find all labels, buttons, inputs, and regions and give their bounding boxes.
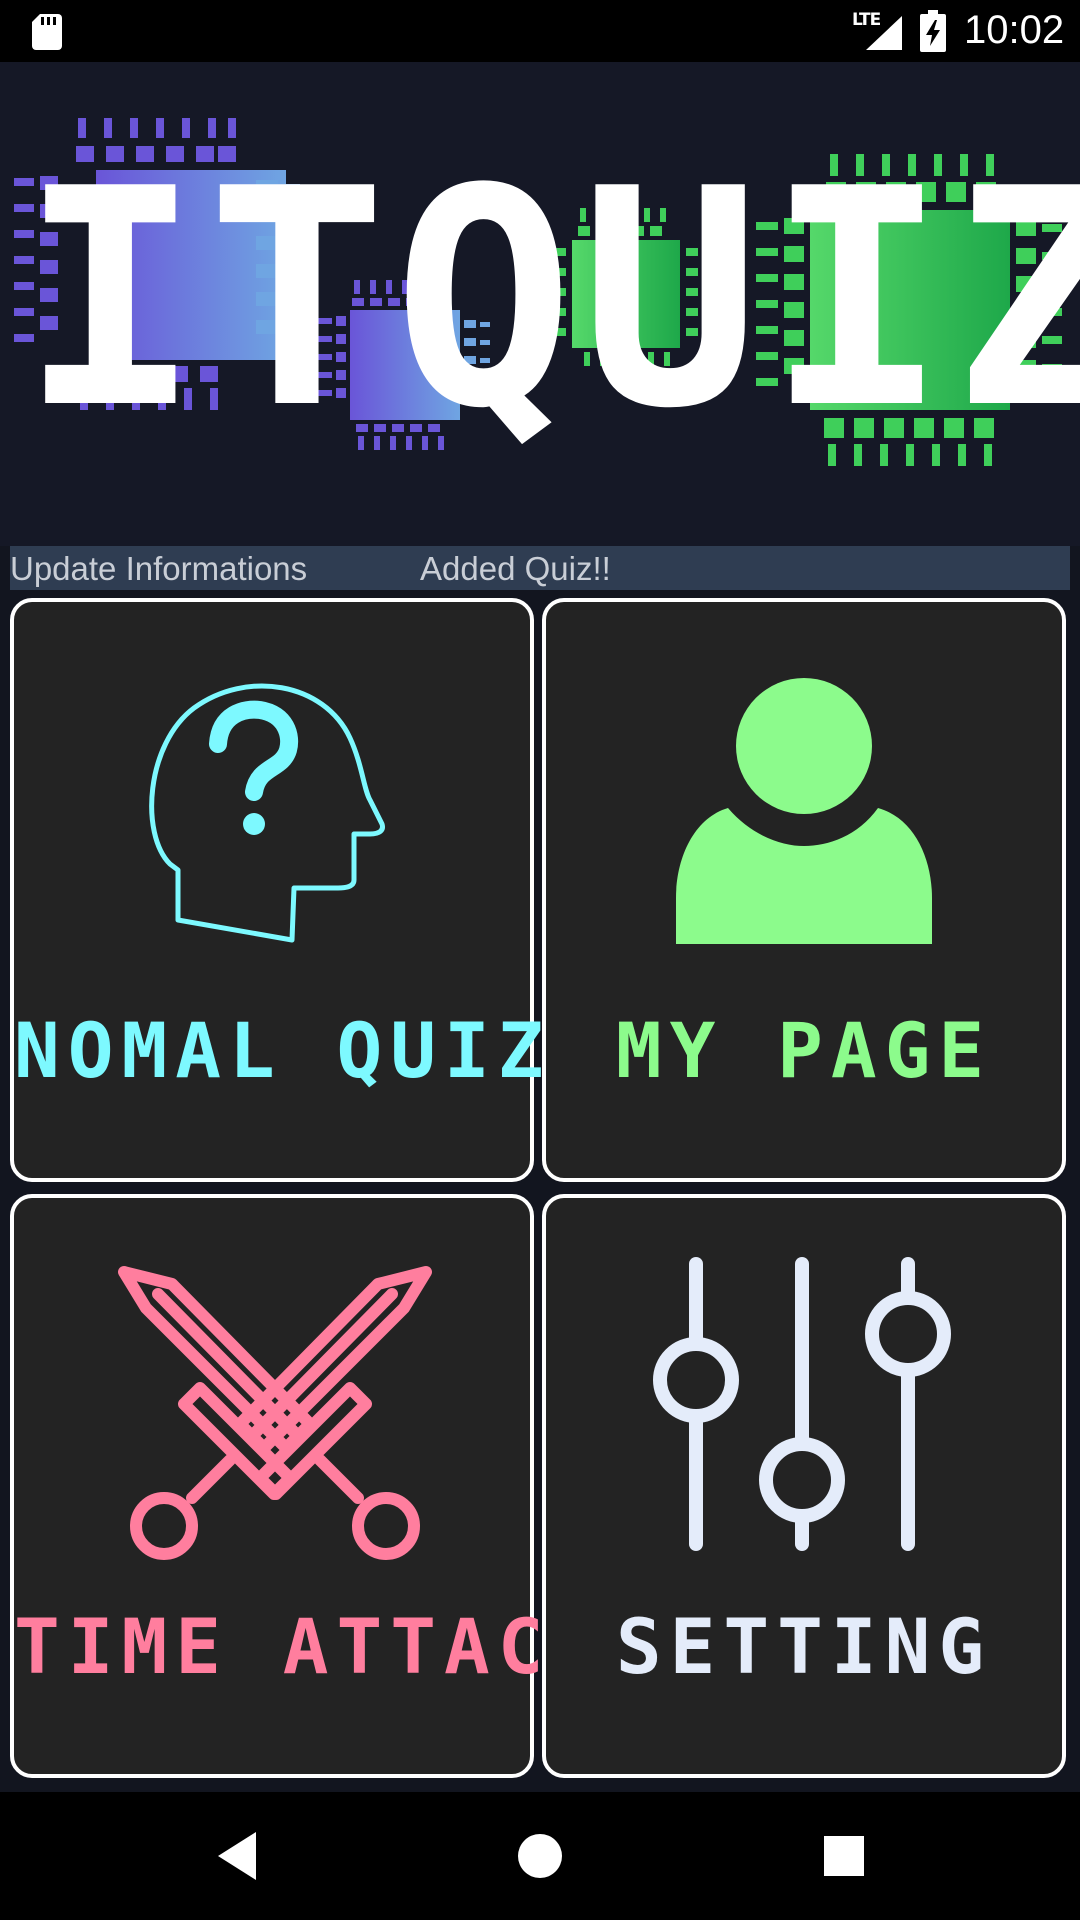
sliders-icon: [653, 1257, 951, 1551]
status-clock: 10:02: [964, 8, 1065, 52]
update-info-label: Update Informations: [10, 550, 308, 587]
home-icon[interactable]: [508, 1824, 572, 1888]
app-screen: LTE 10:02 I T Q U I Z Update Information…: [0, 0, 1080, 1920]
title-letter: U: [579, 125, 767, 474]
navigation-bar: [0, 1792, 1080, 1920]
user-icon: [676, 678, 932, 944]
recents-icon[interactable]: [812, 1824, 876, 1888]
normal-quiz-label: NOMAL QUIZ: [14, 1006, 552, 1095]
title-letter: I: [20, 125, 207, 474]
back-icon[interactable]: [208, 1824, 272, 1888]
time-attack-label: TIME ATTACK: [14, 1602, 606, 1691]
sd-card-icon: [32, 14, 62, 50]
title-letter: T: [206, 125, 394, 474]
update-info-message: Added Quiz!!: [420, 550, 611, 587]
crossed-swords-icon: [118, 1266, 432, 1560]
time-attack-button[interactable]: TIME ATTACK: [10, 1194, 606, 1778]
battery-charging-icon: [920, 10, 946, 52]
setting-label: SETTING: [615, 1602, 993, 1691]
normal-quiz-button[interactable]: NOMAL QUIZ: [10, 598, 552, 1182]
my-page-button[interactable]: MY PAGE: [542, 598, 1066, 1182]
title-letter: Q: [393, 125, 580, 474]
update-info-bar[interactable]: Update Informations Added Quiz!!: [10, 546, 1070, 590]
app-title: I T Q U I Z: [20, 125, 1080, 474]
signal-icon: [866, 16, 902, 50]
setting-button[interactable]: SETTING: [542, 1194, 1066, 1778]
main-menu: NOMAL QUIZ MY PAGE TIME ATTACK SETTING: [10, 598, 1070, 1780]
head-question-icon: [149, 683, 385, 943]
my-page-label: MY PAGE: [615, 1006, 993, 1095]
title-letter: Z: [953, 125, 1080, 474]
title-letter: I: [766, 125, 954, 474]
app-banner: I T Q U I Z: [0, 62, 1080, 546]
status-bar: LTE 10:02: [0, 0, 1080, 62]
